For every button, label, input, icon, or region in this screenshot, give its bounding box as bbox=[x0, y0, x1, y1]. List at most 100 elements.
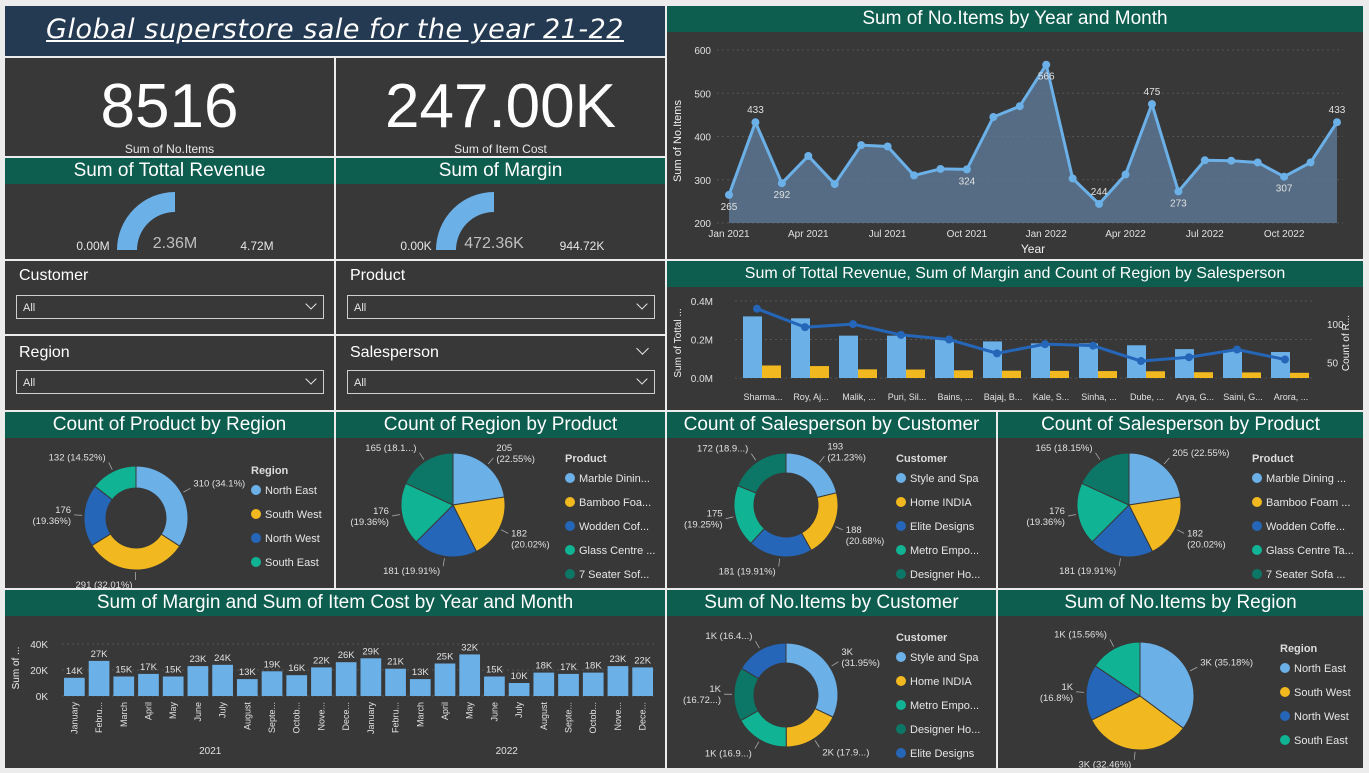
y-tick-label: 0.4M bbox=[691, 297, 713, 308]
legend-swatch bbox=[1280, 711, 1290, 721]
gauge-svg: 0.00M 2.36M 4.72M bbox=[76, 192, 274, 253]
dropdown-value: All bbox=[354, 377, 367, 389]
card-no-items[interactable]: 8516 Sum of No.Items bbox=[5, 58, 334, 156]
chevron-down-icon[interactable] bbox=[636, 342, 649, 355]
x-tick-label: August bbox=[242, 702, 252, 731]
data-label: 15K bbox=[486, 665, 504, 676]
leader-line bbox=[1076, 691, 1085, 693]
bar bbox=[236, 679, 258, 696]
legend-item: Glass Centre ... bbox=[579, 545, 655, 557]
x-tick-label: March bbox=[415, 702, 425, 727]
x-tick-label: Jan 2021 bbox=[708, 229, 750, 240]
data-label: 18K bbox=[585, 661, 603, 672]
data-label: 26K bbox=[338, 650, 356, 661]
gauge-max: 944.72K bbox=[560, 239, 605, 253]
chart-salesperson-by-customer[interactable]: Count of Salesperson by Customer 193 (21.… bbox=[667, 412, 996, 588]
legend-swatch bbox=[251, 557, 261, 567]
slice-label: 310 (34.1%) bbox=[193, 478, 245, 489]
bar bbox=[113, 676, 135, 696]
x-tick-label: Dube, ... bbox=[1130, 392, 1164, 402]
legend-item: Elite Designs bbox=[910, 748, 975, 760]
slice-label: (16.8%) bbox=[1040, 693, 1073, 704]
legend-swatch bbox=[1252, 545, 1262, 555]
slice-label: 1K bbox=[709, 684, 721, 695]
data-point bbox=[830, 180, 839, 189]
leader-line bbox=[1095, 452, 1101, 460]
leader-line bbox=[725, 516, 734, 520]
data-point bbox=[989, 113, 998, 122]
x-tick-label: Apr 2022 bbox=[1105, 229, 1146, 240]
customer-dropdown[interactable]: All bbox=[16, 295, 324, 319]
slice-label: 165 (18.15%) bbox=[1035, 443, 1092, 454]
data-label: 13K bbox=[239, 667, 257, 678]
bar bbox=[582, 672, 604, 696]
data-label: 292 bbox=[774, 190, 791, 201]
card-item-cost[interactable]: 247.00K Sum of Item Cost bbox=[336, 58, 665, 156]
data-label: 29K bbox=[362, 646, 380, 657]
slice-label: 1K (16.9...) bbox=[705, 749, 752, 760]
chart-region-by-product[interactable]: Count of Region by Product 205 (22.55%) 18… bbox=[336, 412, 665, 588]
y-tick-label: 400 bbox=[694, 133, 711, 144]
slice-label: (16.72...) bbox=[683, 695, 721, 706]
chart-salesperson-by-product[interactable]: Count of Salesperson by Product 205 (22.… bbox=[998, 412, 1363, 588]
x-tick-label: Septe... bbox=[564, 702, 574, 733]
slice-label: 3K bbox=[841, 647, 853, 658]
bar-margin bbox=[762, 365, 781, 378]
y-axis-title: Sum of No.Items bbox=[672, 100, 684, 182]
legend-item: Home INDIA bbox=[910, 497, 972, 509]
data-label: 27K bbox=[91, 649, 109, 660]
legend-swatch bbox=[1280, 735, 1290, 745]
legend-item: Bamboo Foa... bbox=[579, 497, 651, 509]
slice-label: 175 bbox=[707, 509, 723, 520]
region-dropdown[interactable]: All bbox=[16, 370, 324, 394]
x-tick-label: Puri, Sil... bbox=[888, 392, 927, 402]
data-point bbox=[1227, 156, 1236, 165]
bar-margin bbox=[1146, 371, 1165, 378]
legend-item: Style and Spa bbox=[910, 652, 979, 664]
legend-swatch bbox=[896, 724, 906, 734]
slice-label: 176 bbox=[1049, 506, 1065, 517]
data-point bbox=[936, 164, 945, 173]
data-point bbox=[1147, 100, 1156, 109]
data-point bbox=[1233, 345, 1241, 354]
x-tick-label: Octob... bbox=[588, 702, 598, 734]
gauge-total-revenue[interactable]: Sum of Tottal Revenue 0.00M 2.36M 4.72M bbox=[5, 158, 334, 259]
data-label: 23K bbox=[609, 654, 627, 665]
x-tick-label: Jul 2021 bbox=[869, 229, 907, 240]
data-label: 15K bbox=[165, 665, 183, 676]
gauge-margin[interactable]: Sum of Margin 0.00K 472.36K 944.72K bbox=[336, 158, 665, 259]
gauge-max: 4.72M bbox=[240, 239, 273, 253]
data-point bbox=[725, 190, 733, 199]
bar-margin bbox=[1050, 370, 1069, 378]
slicer-customer: Customer All bbox=[5, 261, 334, 334]
chart-margin-itemcost[interactable]: Sum of Margin and Sum of Item Cost by Ye… bbox=[5, 590, 665, 768]
chart-salesperson-combo[interactable]: Sum of Tottal Revenue, Sum of Margin and… bbox=[667, 261, 1363, 410]
x-tick-label: Jan 2022 bbox=[1026, 229, 1068, 240]
gauge-svg: 0.00K 472.36K 944.72K bbox=[400, 192, 605, 253]
data-point bbox=[883, 142, 892, 151]
x-tick-label: June bbox=[193, 702, 203, 722]
slice-label: (19.25%) bbox=[684, 520, 723, 531]
x-tick-label: Oct 2021 bbox=[947, 229, 988, 240]
bar-margin bbox=[1002, 370, 1021, 378]
data-label: 22K bbox=[313, 655, 331, 666]
data-point bbox=[1042, 60, 1051, 69]
chart-items-by-customer[interactable]: Sum of No.Items by Customer 3K (31.95%) 2K… bbox=[667, 590, 996, 768]
data-point bbox=[993, 349, 1001, 358]
x-tick-label: Dece... bbox=[638, 702, 648, 731]
chart-product-by-region[interactable]: Count of Product by Region 310 (34.1%) 29… bbox=[5, 412, 334, 588]
slicer-product: Product All bbox=[336, 261, 665, 334]
legend-title: Customer bbox=[896, 453, 948, 465]
legend-item: North West bbox=[1294, 711, 1349, 723]
pie-slice bbox=[737, 452, 787, 494]
pie-slice bbox=[785, 642, 839, 718]
chart-items-by-month[interactable]: Sum of No.Items by Year and Month 200 300… bbox=[667, 6, 1363, 259]
leader-line bbox=[419, 452, 425, 460]
chart-items-by-region[interactable]: Sum of No.Items by Region 3K (35.18%) 3K … bbox=[998, 590, 1363, 768]
pie-chart: 205 (22.55%) 182(20.02%) 181 (19.91%) 176(1… bbox=[1026, 443, 1353, 581]
x-tick-label: Apr 2021 bbox=[788, 229, 829, 240]
salesperson-dropdown[interactable]: All bbox=[347, 370, 655, 394]
y-tick-label: 20K bbox=[30, 666, 48, 677]
bar bbox=[385, 668, 406, 696]
product-dropdown[interactable]: All bbox=[347, 295, 655, 319]
